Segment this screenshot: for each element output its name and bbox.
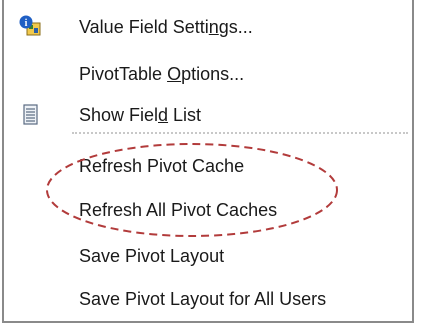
menu-item-label: Show Field List	[79, 104, 202, 125]
field-list-icon	[20, 102, 46, 128]
menu-item-save-pivot-layout-all-users[interactable]: Save Pivot Layout for All Users	[4, 280, 412, 318]
menu-item-save-pivot-layout[interactable]: Save Pivot Layout	[4, 237, 412, 275]
menu-item-pivottable-options[interactable]: PivotTable Options...	[4, 55, 412, 93]
menu-item-value-field-settings[interactable]: i Value Field Settings...	[4, 8, 412, 46]
highlight-ellipse	[46, 143, 338, 237]
menu-separator	[72, 132, 408, 134]
menu-item-label: Save Pivot Layout for All Users	[79, 288, 327, 309]
menu-item-label: Save Pivot Layout	[79, 245, 225, 266]
svg-text:i: i	[25, 18, 28, 29]
menu-item-label: PivotTable Options...	[79, 63, 245, 84]
field-settings-icon: i	[18, 14, 44, 40]
menu-item-show-field-list[interactable]: Show Field List	[4, 96, 412, 134]
menu-item-label: Value Field Settings...	[79, 16, 253, 37]
context-menu: i Value Field Settings... PivotTable Opt…	[2, 0, 414, 323]
